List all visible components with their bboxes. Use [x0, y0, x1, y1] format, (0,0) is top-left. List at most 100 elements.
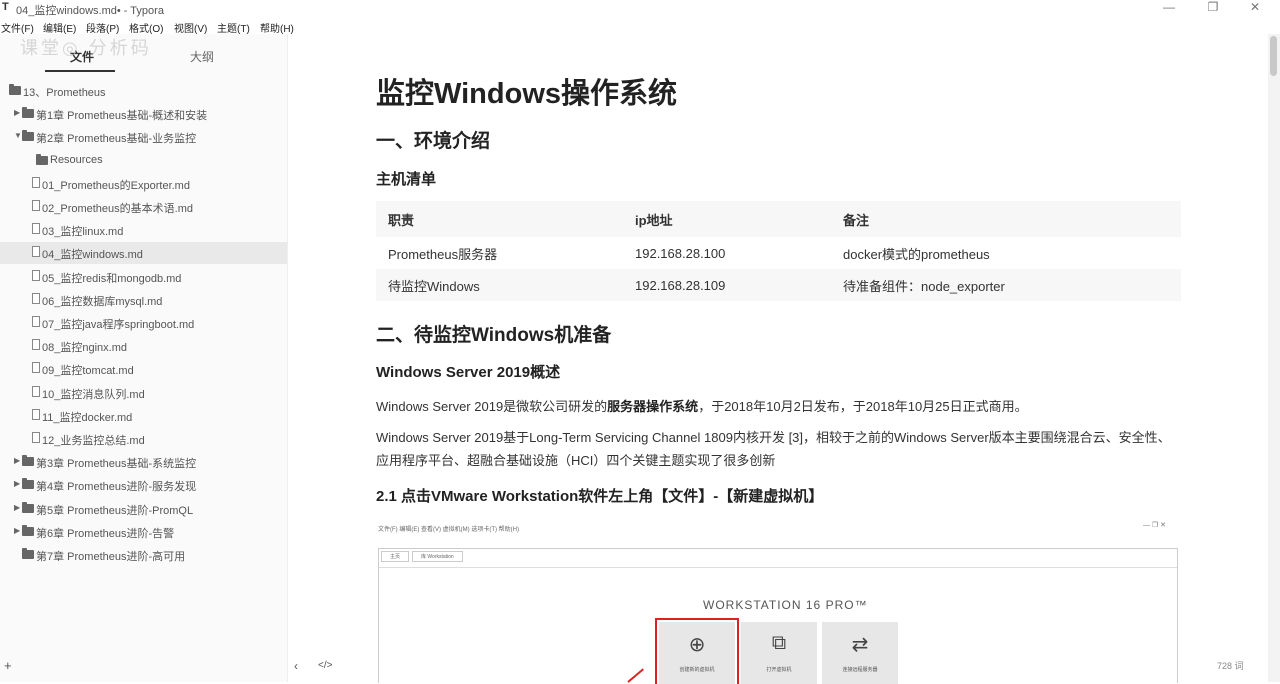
tree-file[interactable]: 09_监控tomcat.md	[0, 358, 287, 380]
tree-item-label: 03_监控linux.md	[42, 226, 124, 239]
watermark: 课堂◎ 分析码	[20, 38, 152, 58]
tree-item-label: 02_Prometheus的基本术语.md	[42, 203, 193, 215]
table-cell: 192.168.28.109	[623, 269, 831, 301]
restore-button[interactable]: ❐	[1198, 0, 1228, 14]
tree-item-label: 第7章 Prometheus进阶-高可用	[36, 551, 186, 563]
paragraph-features: Windows Server 2019基于Long-Term Servicing…	[376, 430, 1171, 468]
sidebar: 文件 大纲 13、Prometheus ▶ 第1章 Prometheus基础-概述和…	[0, 34, 288, 682]
tree-item-label: 第1章 Prometheus基础-概述和安装	[36, 110, 208, 123]
folder-icon	[22, 130, 34, 142]
tree-item-label: 12_业务监控总结.md	[42, 435, 145, 447]
tree-file[interactable]: 05_监控redis和mongodb.md	[0, 266, 287, 288]
file-icon	[32, 246, 40, 258]
swap-arrows-icon: ⇄	[851, 634, 869, 656]
editor[interactable]: 监控Windows操作系统 一、环境介绍 主机清单 职责 ip地址 备注 Pro…	[288, 34, 1254, 684]
caret-right-icon[interactable]: ▶	[14, 503, 20, 512]
tree-file[interactable]: 01_Prometheus的Exporter.md	[0, 173, 287, 195]
menu-edit[interactable]: 编辑(E)	[43, 20, 76, 35]
tree-folder[interactable]: ▼ 第2章 Prometheus基础-业务监控	[0, 126, 287, 148]
title-bar: T 04_监控windows.md• - Typora — ❐ ✕	[0, 0, 1280, 17]
tree-file[interactable]: 10_监控消息队列.md	[0, 382, 287, 404]
caret-right-icon[interactable]: ▶	[14, 108, 20, 117]
word-count[interactable]: 728 词	[1217, 659, 1244, 672]
menu-help[interactable]: 帮助(H)	[260, 20, 294, 35]
tree-file[interactable]: 07_监控java程序springboot.md	[0, 312, 287, 334]
folder-icon	[22, 501, 34, 513]
close-button[interactable]: ✕	[1240, 0, 1270, 14]
add-file-button[interactable]: +	[4, 658, 12, 673]
card-label: 创建新的虚拟机	[679, 667, 715, 673]
file-icon	[32, 408, 40, 420]
caret-right-icon[interactable]: ▶	[14, 479, 20, 488]
table-cell: 待准备组件：node_exporter	[831, 269, 1181, 301]
folder-icon	[36, 153, 48, 165]
caret-down-icon[interactable]: ▼	[14, 131, 22, 140]
heading-environment: 一、环境介绍	[376, 131, 491, 152]
table-cell: docker模式的prometheus	[843, 246, 990, 262]
tree-file[interactable]: 08_监控nginx.md	[0, 335, 287, 357]
scrollbar-thumb[interactable]	[1270, 36, 1277, 76]
menu-view[interactable]: 视图(V)	[174, 20, 207, 35]
screenshot-tab-library: 库 Workstation	[412, 551, 463, 562]
active-tab-indicator	[45, 70, 115, 72]
folder-icon	[22, 107, 34, 119]
screenshot-frame: 主页库 Workstation WORKSTATION 16 PRO™ ⊕ 创建…	[378, 548, 1178, 684]
menu-theme[interactable]: 主题(T)	[217, 20, 250, 35]
window-title: 04_监控windows.md• - Typora	[16, 5, 164, 17]
folder-icon	[22, 478, 34, 490]
workstation-brand: WORKSTATION 16 PRO™	[703, 598, 868, 612]
tree-file[interactable]: 11_监控docker.md	[0, 405, 287, 427]
tree-item-label: 06_监控数据库mysql.md	[42, 295, 163, 308]
table-cell: 192.168.28.100	[635, 245, 726, 261]
tree-folder[interactable]: ▶ 第6章 Prometheus进阶-告警	[0, 521, 287, 543]
create-vm-card: ⊕ 创建新的虚拟机	[655, 618, 739, 684]
tree-file[interactable]: 02_Prometheus的基本术语.md	[0, 196, 287, 218]
tree-file[interactable]: 04_监控windows.md	[0, 242, 287, 265]
menu-paragraph[interactable]: 段落(P)	[86, 20, 119, 35]
tree-file[interactable]: 03_监控linux.md	[0, 219, 287, 241]
source-code-toggle-icon[interactable]: </>	[318, 660, 332, 671]
menu-format[interactable]: 格式(O)	[129, 20, 163, 35]
host-table: 职责 ip地址 备注 Prometheus服务器 192.168.28.100 …	[376, 201, 1181, 301]
tree-item-label: 第2章 Prometheus基础-业务监控	[36, 133, 197, 146]
tree-folder[interactable]: 13、Prometheus	[0, 80, 287, 102]
screenshot-window-controls: — ❐ ✕	[1142, 522, 1166, 529]
tree-folder[interactable]: ▶ 第5章 Prometheus进阶-PromQL	[0, 498, 287, 520]
tree-folder[interactable]: 第7章 Prometheus进阶-高可用	[0, 544, 287, 566]
open-external-icon: ⧉	[771, 632, 787, 654]
folder-icon	[22, 455, 34, 467]
scrollbar[interactable]	[1268, 34, 1280, 682]
folder-icon	[22, 524, 34, 536]
file-icon	[32, 269, 40, 281]
tree-file[interactable]: 12_业务监控总结.md	[0, 428, 287, 450]
heading-host-list: 主机清单	[376, 171, 437, 188]
folder-icon	[9, 84, 21, 95]
tree-item-label: 05_监控redis和mongodb.md	[42, 272, 182, 285]
tree-folder[interactable]: ▶ 第4章 Prometheus进阶-服务发现	[0, 474, 287, 496]
screenshot-tabs: 主页库 Workstation	[381, 551, 466, 563]
bold-text: 服务器操作系统	[607, 399, 699, 414]
tree-file[interactable]: 06_监控数据库mysql.md	[0, 289, 287, 311]
tree-item-label: 11_监控docker.md	[42, 411, 133, 424]
tree-item-label: Resources	[50, 153, 103, 166]
chevron-left-icon[interactable]: ‹	[294, 659, 298, 673]
table-row: 待监控Windows 192.168.28.109 待准备组件：node_exp…	[376, 269, 1181, 301]
tree-folder[interactable]: Resources	[0, 150, 287, 172]
screenshot-tab-home: 主页	[381, 551, 410, 562]
file-icon	[32, 316, 40, 327]
plus-circle-icon: ⊕	[688, 634, 706, 656]
tree-folder[interactable]: ▶ 第1章 Prometheus基础-概述和安装	[0, 103, 287, 125]
file-icon	[32, 339, 40, 351]
card-label: 连接远程服务器	[842, 667, 878, 673]
tree-item-label: 09_监控tomcat.md	[42, 365, 134, 378]
minimize-button[interactable]: —	[1154, 0, 1184, 14]
caret-right-icon[interactable]: ▶	[14, 456, 20, 465]
tab-outline[interactable]: 大纲	[190, 48, 214, 65]
file-icon	[32, 223, 40, 235]
caret-right-icon[interactable]: ▶	[14, 526, 20, 535]
menu-file[interactable]: 文件(F)	[1, 20, 34, 35]
tree-folder[interactable]: ▶ 第3章 Prometheus基础-系统监控	[0, 451, 287, 473]
tree-item-label: 13、Prometheus	[23, 87, 106, 99]
table-row: Prometheus服务器 192.168.28.100 docker模式的pr…	[376, 237, 1181, 269]
card-label: 打开虚拟机	[766, 667, 792, 673]
